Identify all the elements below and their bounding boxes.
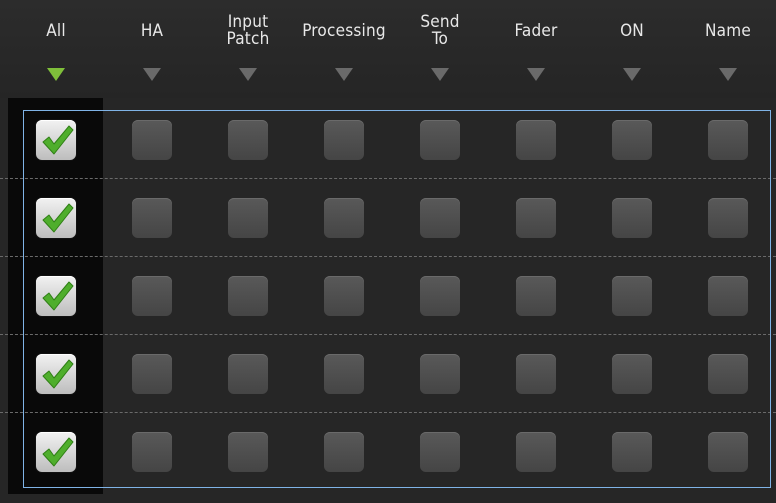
column-label: Fader [514, 20, 558, 41]
dropdown-arrow-icon[interactable] [143, 68, 161, 81]
column-header-send-to[interactable]: Send To [392, 0, 488, 98]
column-header-name[interactable]: Name [680, 0, 776, 98]
dropdown-arrow-icon[interactable] [47, 68, 65, 81]
column-label: HA [140, 20, 164, 41]
dropdown-arrow-icon[interactable] [719, 68, 737, 81]
dropdown-arrow-icon[interactable] [239, 68, 257, 81]
column-header-processing[interactable]: Processing [296, 0, 392, 98]
column-label: Name [705, 20, 751, 41]
dropdown-arrow-icon[interactable] [527, 68, 545, 81]
column-header-on[interactable]: ON [584, 0, 680, 98]
parameter-grid [0, 98, 776, 503]
column-label: ON [620, 20, 644, 41]
column-header-ha[interactable]: HA [104, 0, 200, 98]
dropdown-arrow-icon[interactable] [335, 68, 353, 81]
column-label: Processing [302, 20, 386, 41]
column-label: All [46, 20, 66, 41]
column-header-input-patch[interactable]: Input Patch [200, 0, 296, 98]
dropdown-arrow-icon[interactable] [623, 68, 641, 81]
column-header-all[interactable]: All [8, 0, 104, 98]
column-header-bar: All HA Input Patch Processing Send To Fa… [0, 0, 776, 98]
dropdown-arrow-icon[interactable] [431, 68, 449, 81]
column-label: Send To [420, 12, 460, 49]
column-label: Input Patch [226, 12, 270, 49]
column-header-fader[interactable]: Fader [488, 0, 584, 98]
selection-frame [23, 110, 771, 488]
